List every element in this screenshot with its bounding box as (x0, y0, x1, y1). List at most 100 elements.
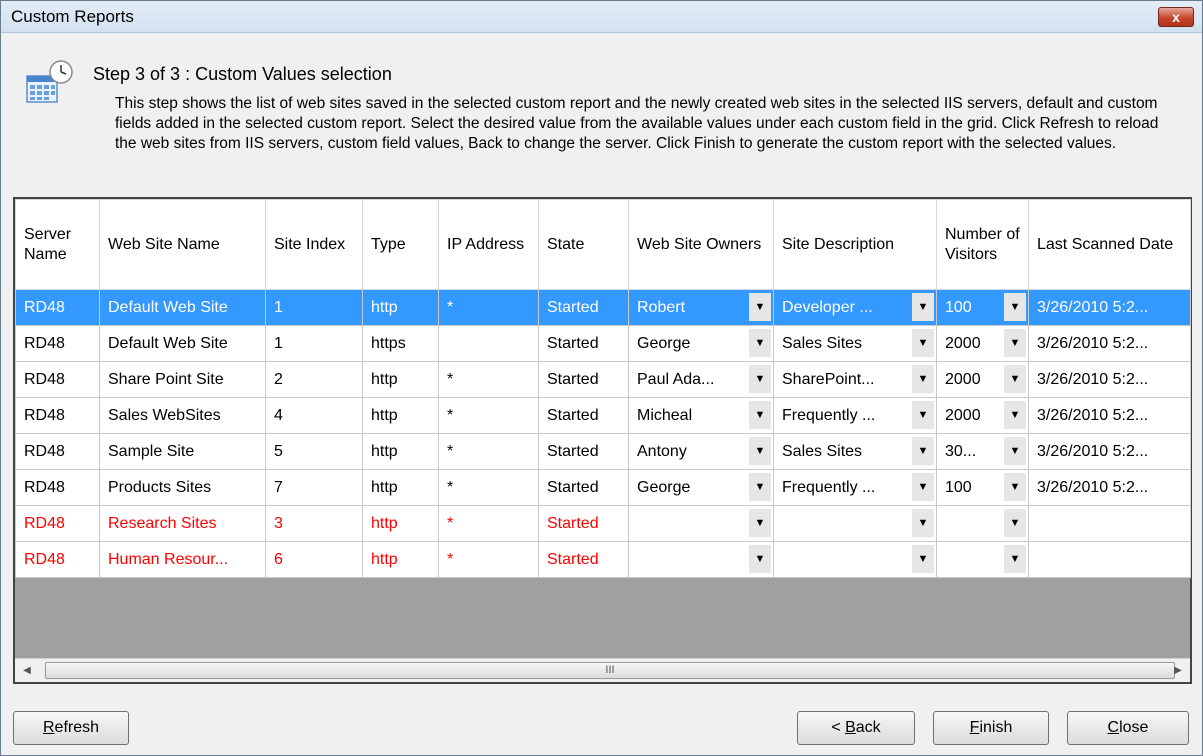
cell-web-site-name[interactable]: Default Web Site (99, 289, 266, 326)
cell-web-site-name[interactable]: Sales WebSites (99, 397, 266, 434)
cell-web-site-owners[interactable]: Antony ▼ (628, 433, 774, 470)
cell-site-description[interactable]: Sales Sites ▼ (773, 433, 937, 470)
cell-site-index[interactable]: 3 (265, 505, 363, 542)
cell-web-site-owners[interactable]: George ▼ (628, 325, 774, 362)
cell-last-scanned-date[interactable]: 3/26/2010 5:2... (1028, 289, 1191, 326)
cell-state[interactable]: Started (538, 505, 629, 542)
cell-site-description[interactable]: ▼ (773, 541, 937, 578)
cell-number-of-visitors[interactable]: ▼ (936, 541, 1029, 578)
scrollbar-thumb[interactable]: III (45, 662, 1175, 679)
cell-ip-address[interactable]: * (438, 433, 539, 470)
cell-ip-address[interactable]: * (438, 505, 539, 542)
cell-ip-address[interactable]: * (438, 469, 539, 506)
cell-ip-address[interactable]: * (438, 361, 539, 398)
refresh-button[interactable]: Refresh (13, 711, 129, 745)
cell-web-site-name[interactable]: Human Resour... (99, 541, 266, 578)
chevron-down-icon[interactable]: ▼ (1004, 401, 1026, 429)
cell-site-index[interactable]: 4 (265, 397, 363, 434)
table-row[interactable]: RD48 Default Web Site 1 https Started George ▼… (15, 325, 1191, 362)
chevron-down-icon[interactable]: ▼ (1004, 293, 1026, 321)
cell-web-site-owners[interactable]: Micheal ▼ (628, 397, 774, 434)
title-bar[interactable]: Custom Reports x (1, 1, 1202, 33)
cell-number-of-visitors[interactable]: 100 ▼ (936, 289, 1029, 326)
chevron-down-icon[interactable]: ▼ (912, 401, 934, 429)
cell-state[interactable]: Started (538, 433, 629, 470)
column-header-server-name[interactable]: Server Name (15, 199, 100, 290)
column-header-state[interactable]: State (538, 199, 629, 290)
cell-number-of-visitors[interactable]: 2000 ▼ (936, 361, 1029, 398)
chevron-down-icon[interactable]: ▼ (1004, 437, 1026, 465)
cell-last-scanned-date[interactable] (1028, 505, 1191, 542)
column-header-site-index[interactable]: Site Index (265, 199, 363, 290)
column-header-number-of-visitors[interactable]: Number of Visitors (936, 199, 1029, 290)
chevron-down-icon[interactable]: ▼ (912, 293, 934, 321)
chevron-down-icon[interactable]: ▼ (1004, 509, 1026, 537)
table-row[interactable]: RD48 Sample Site 5 http * Started Antony ▼ Sales… (15, 433, 1191, 470)
arrow-right-icon[interactable]: ▶ (1168, 659, 1188, 683)
cell-server-name[interactable]: RD48 (15, 541, 100, 578)
chevron-down-icon[interactable]: ▼ (912, 473, 934, 501)
cell-site-description[interactable]: SharePoint... ▼ (773, 361, 937, 398)
cell-server-name[interactable]: RD48 (15, 505, 100, 542)
chevron-down-icon[interactable]: ▼ (749, 437, 771, 465)
cell-number-of-visitors[interactable]: 100 ▼ (936, 469, 1029, 506)
cell-server-name[interactable]: RD48 (15, 433, 100, 470)
cell-last-scanned-date[interactable]: 3/26/2010 5:2... (1028, 397, 1191, 434)
cell-last-scanned-date[interactable] (1028, 541, 1191, 578)
chevron-down-icon[interactable]: ▼ (749, 545, 771, 573)
custom-values-grid[interactable]: Server Name Web Site Name Site Index Typ… (13, 197, 1192, 684)
chevron-down-icon[interactable]: ▼ (749, 365, 771, 393)
cell-ip-address[interactable] (438, 325, 539, 362)
cell-last-scanned-date[interactable]: 3/26/2010 5:2... (1028, 469, 1191, 506)
cell-server-name[interactable]: RD48 (15, 397, 100, 434)
cell-type[interactable]: http (362, 433, 439, 470)
cell-site-description[interactable]: Frequently ... ▼ (773, 469, 937, 506)
cell-type[interactable]: http (362, 361, 439, 398)
cell-site-index[interactable]: 1 (265, 325, 363, 362)
chevron-down-icon[interactable]: ▼ (912, 365, 934, 393)
cell-type[interactable]: http (362, 397, 439, 434)
cell-site-description[interactable]: Developer ... ▼ (773, 289, 937, 326)
cell-web-site-name[interactable]: Default Web Site (99, 325, 266, 362)
cell-site-description[interactable]: Frequently ... ▼ (773, 397, 937, 434)
chevron-down-icon[interactable]: ▼ (1004, 473, 1026, 501)
cell-web-site-name[interactable]: Sample Site (99, 433, 266, 470)
chevron-down-icon[interactable]: ▼ (749, 293, 771, 321)
cell-state[interactable]: Started (538, 469, 629, 506)
chevron-down-icon[interactable]: ▼ (1004, 329, 1026, 357)
cell-number-of-visitors[interactable]: 2000 ▼ (936, 397, 1029, 434)
chevron-down-icon[interactable]: ▼ (749, 401, 771, 429)
cell-last-scanned-date[interactable]: 3/26/2010 5:2... (1028, 433, 1191, 470)
chevron-down-icon[interactable]: ▼ (749, 329, 771, 357)
cell-ip-address[interactable]: * (438, 289, 539, 326)
cell-site-index[interactable]: 1 (265, 289, 363, 326)
chevron-down-icon[interactable]: ▼ (1004, 365, 1026, 393)
cell-type[interactable]: http (362, 505, 439, 542)
cell-web-site-name[interactable]: Research Sites (99, 505, 266, 542)
cell-site-description[interactable]: Sales Sites ▼ (773, 325, 937, 362)
chevron-down-icon[interactable]: ▼ (912, 509, 934, 537)
cell-web-site-owners[interactable]: Paul Ada... ▼ (628, 361, 774, 398)
cell-server-name[interactable]: RD48 (15, 469, 100, 506)
cell-web-site-owners[interactable]: ▼ (628, 541, 774, 578)
cell-web-site-name[interactable]: Share Point Site (99, 361, 266, 398)
cell-type[interactable]: https (362, 325, 439, 362)
cell-last-scanned-date[interactable]: 3/26/2010 5:2... (1028, 325, 1191, 362)
chevron-down-icon[interactable]: ▼ (912, 329, 934, 357)
cell-site-description[interactable]: ▼ (773, 505, 937, 542)
cell-site-index[interactable]: 6 (265, 541, 363, 578)
chevron-down-icon[interactable]: ▼ (749, 473, 771, 501)
chevron-down-icon[interactable]: ▼ (912, 545, 934, 573)
cell-number-of-visitors[interactable]: 30... ▼ (936, 433, 1029, 470)
back-button[interactable]: < Back (797, 711, 915, 745)
cell-web-site-owners[interactable]: ▼ (628, 505, 774, 542)
cell-number-of-visitors[interactable]: ▼ (936, 505, 1029, 542)
cell-web-site-owners[interactable]: Robert ▼ (628, 289, 774, 326)
column-header-last-scanned-date[interactable]: Last Scanned Date (1028, 199, 1191, 290)
cell-state[interactable]: Started (538, 361, 629, 398)
table-row[interactable]: RD48 Share Point Site 2 http * Started Paul Ad… (15, 361, 1191, 398)
table-row[interactable]: RD48 Products Sites 7 http * Started George ▼ Fr… (15, 469, 1191, 506)
cell-number-of-visitors[interactable]: 2000 ▼ (936, 325, 1029, 362)
cell-state[interactable]: Started (538, 541, 629, 578)
column-header-web-site-owners[interactable]: Web Site Owners (628, 199, 774, 290)
